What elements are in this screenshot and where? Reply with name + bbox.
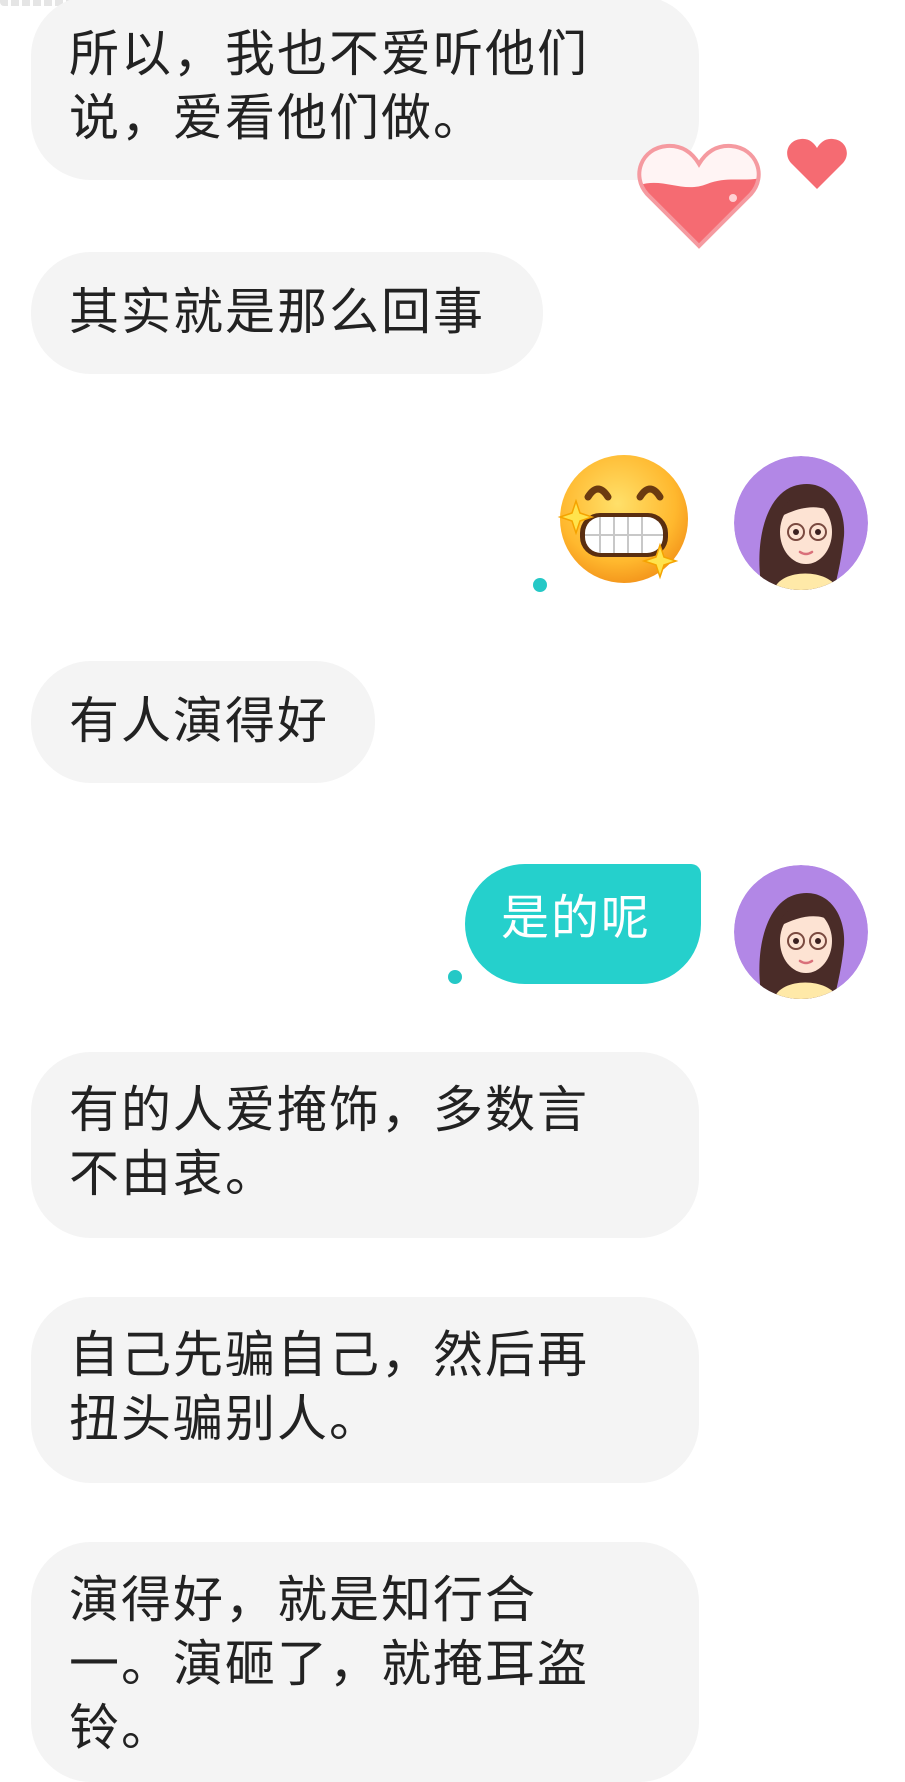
chat-thread[interactable]: 所以，我也不爱听他们 说，爱看他们做。 其实就是那么回事 有人演得好 是的呢 有…	[0, 0, 905, 1782]
heart-icon[interactable]	[786, 137, 848, 191]
message-bubble-outgoing[interactable]: 是的呢	[465, 864, 701, 984]
heart-icon[interactable]	[637, 142, 761, 250]
message-text-line: 所以，我也不爱听他们	[69, 25, 589, 83]
message-text-line: 说，爱看他们做。	[69, 89, 485, 147]
message-bubble-incoming[interactable]: 所以，我也不爱听他们 说，爱看他们做。	[31, 0, 699, 180]
unread-indicator-dot	[448, 970, 462, 984]
message-bubble-incoming[interactable]: 演得好，就是知行合 一。演砸了，就掩耳盗 铃。	[31, 1542, 699, 1782]
message-bubble-incoming[interactable]: 自己先骗自己，然后再 扭头骗别人。	[31, 1297, 699, 1483]
message-text-line: 其实就是那么回事	[69, 283, 485, 341]
message-text-line: 扭头骗别人。	[69, 1390, 381, 1448]
message-text-line: 有人演得好	[69, 692, 329, 750]
avatar[interactable]	[734, 456, 868, 590]
message-text-line: 有的人爱掩饰，多数言	[69, 1081, 589, 1139]
message-text-line: 一。演砸了，就掩耳盗	[69, 1635, 589, 1693]
unread-indicator-dot	[533, 578, 547, 592]
message-bubble-incoming[interactable]: 有人演得好	[31, 661, 375, 783]
message-bubble-incoming[interactable]: 其实就是那么回事	[31, 252, 543, 374]
grinning-sparkles-emoji[interactable]	[556, 451, 692, 587]
message-bubble-incoming[interactable]: 有的人爱掩饰，多数言 不由衷。	[31, 1052, 699, 1238]
message-text-line: 不由衷。	[69, 1145, 277, 1203]
message-text-line: 铃。	[69, 1699, 173, 1757]
avatar[interactable]	[734, 865, 868, 999]
message-text-line: 演得好，就是知行合	[69, 1571, 537, 1629]
message-text-line: 自己先骗自己，然后再	[69, 1326, 589, 1384]
